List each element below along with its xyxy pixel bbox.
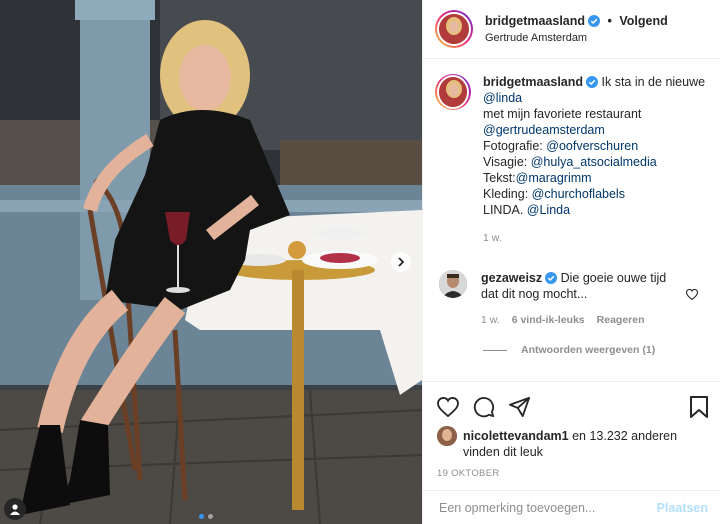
share-button[interactable] xyxy=(509,397,531,417)
chevron-right-icon xyxy=(398,257,405,267)
mention-tekst[interactable]: @maragrimm xyxy=(516,171,592,185)
add-comment-bar: Plaatsen xyxy=(423,490,720,524)
verified-badge-icon xyxy=(586,76,599,88)
view-replies-button[interactable]: Antwoorden weergeven (1) xyxy=(483,344,720,356)
follow-separator: • xyxy=(607,13,612,28)
post-location[interactable]: Gertrude Amsterdam xyxy=(485,30,668,46)
carousel-dot-active xyxy=(199,514,204,519)
caption-avatar[interactable] xyxy=(435,74,471,110)
post-details-panel: bridgetmaasland • Volgend Gertrude Amste… xyxy=(422,0,720,524)
mention-linda[interactable]: @linda xyxy=(483,91,522,105)
caption-timestamp[interactable]: 1 w. xyxy=(483,230,708,246)
mention-visagie[interactable]: @hulya_atsocialmedia xyxy=(531,155,657,169)
like-comment-button[interactable] xyxy=(685,288,699,303)
reply-button[interactable]: Reageren xyxy=(597,312,645,328)
likes-suffix: vinden dit leuk xyxy=(463,445,543,459)
comment-button[interactable] xyxy=(473,396,495,418)
commenter-username[interactable]: gezaweisz xyxy=(481,271,542,285)
verified-badge-icon xyxy=(588,14,601,27)
mention-photographer[interactable]: @oofverschuren xyxy=(546,139,638,153)
carousel-dot xyxy=(208,514,213,519)
post-date[interactable]: 19 OKTOBER xyxy=(437,468,708,479)
like-button[interactable] xyxy=(437,397,459,417)
caption-text-1: Ik sta in de nieuwe xyxy=(601,75,706,89)
photo-credit-label: Fotografie: xyxy=(483,139,543,153)
author-username[interactable]: bridgetmaasland xyxy=(485,14,585,28)
visagie-credit-label: Visagie: xyxy=(483,155,528,169)
photo-scene xyxy=(0,0,422,524)
mention-kleding[interactable]: @churchoflabels xyxy=(532,187,625,201)
following-button[interactable]: Volgend xyxy=(619,14,667,28)
likes-summary: nicolettevandam1 en 13.232 anderen vinde… xyxy=(437,426,708,460)
post-comment-button[interactable]: Plaatsen xyxy=(657,501,708,515)
caption-text-2: met mijn favoriete restaurant xyxy=(483,107,642,121)
next-slide-button[interactable] xyxy=(391,252,411,272)
tagged-users-button[interactable] xyxy=(4,498,26,520)
comment-input[interactable] xyxy=(439,500,657,515)
heart-icon xyxy=(437,397,459,417)
liker-avatar[interactable] xyxy=(437,426,457,446)
commenter-avatar[interactable] xyxy=(439,270,467,298)
caption-username[interactable]: bridgetmaasland xyxy=(483,75,583,89)
share-icon xyxy=(509,397,530,417)
comment-item: gezaweisz Die goeie ouwe tijd dat dit no… xyxy=(423,246,720,328)
caption-text: bridgetmaasland Ik sta in de nieuwe @lin… xyxy=(483,74,708,246)
comment-likes-count[interactable]: 6 vind-ik-leuks xyxy=(512,312,585,328)
liker-username[interactable]: nicolettevandam1 xyxy=(463,429,569,443)
bookmark-icon xyxy=(690,396,708,418)
comments-area[interactable]: bridgetmaasland Ik sta in de nieuwe @lin… xyxy=(423,60,720,380)
author-avatar[interactable] xyxy=(435,10,473,48)
verified-badge-icon xyxy=(545,272,558,284)
view-replies-label: Antwoorden weergeven (1) xyxy=(521,344,656,356)
linda-text: LINDA. xyxy=(483,203,524,217)
save-button[interactable] xyxy=(690,396,708,418)
kleding-credit-label: Kleding: xyxy=(483,187,529,201)
mention-restaurant[interactable]: @gertrudeamsterdam xyxy=(483,122,708,138)
post-header: bridgetmaasland • Volgend Gertrude Amste… xyxy=(423,0,720,59)
comment-timestamp[interactable]: 1 w. xyxy=(481,312,500,328)
mention-linda-2[interactable]: @Linda xyxy=(527,203,570,217)
post-caption: bridgetmaasland Ik sta in de nieuwe @lin… xyxy=(423,60,720,246)
post-photo[interactable] xyxy=(0,0,422,524)
heart-icon xyxy=(685,288,699,301)
post-actions: nicolettevandam1 en 13.232 anderen vinde… xyxy=(423,381,720,479)
comment-icon xyxy=(473,397,495,418)
carousel-indicator xyxy=(199,514,213,519)
tekst-credit-label: Tekst: xyxy=(483,171,516,185)
likes-count-text[interactable]: en 13.232 anderen xyxy=(572,429,677,443)
user-tag-icon xyxy=(10,504,20,515)
